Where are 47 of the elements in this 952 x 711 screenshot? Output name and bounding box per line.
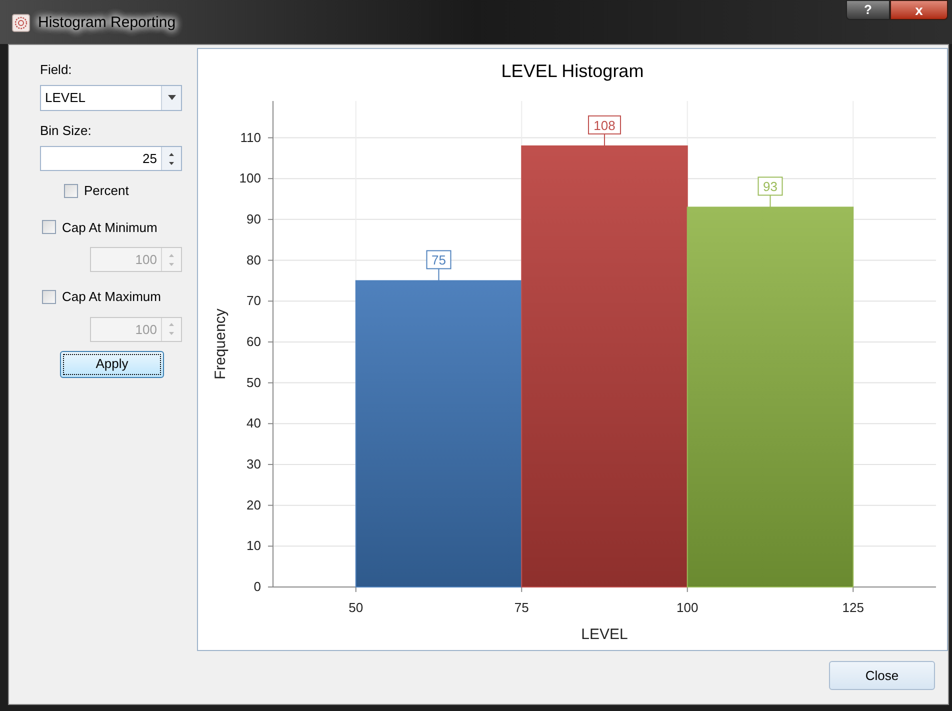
y-tick-label: 10 — [246, 538, 260, 554]
y-tick-label: 80 — [246, 252, 260, 268]
data-label: 108 — [588, 115, 620, 134]
y-tick-label: 0 — [253, 579, 260, 594]
y-axis-title: Frequency — [212, 308, 228, 380]
y-tick-label: 110 — [240, 130, 260, 145]
spinner-value: 100 — [134, 320, 158, 338]
close-window-button[interactable]: x — [890, 0, 948, 20]
y-tick-label: 50 — [246, 374, 260, 390]
y-tick-label: 100 — [238, 170, 260, 186]
x-tick-label: 75 — [514, 600, 528, 615]
y-tick-label: 40 — [246, 416, 260, 431]
y-tick-label: 30 — [246, 456, 260, 472]
leader-line — [438, 268, 439, 282]
help-button[interactable]: ? — [846, 0, 890, 20]
x-tick-label: 100 — [676, 600, 698, 615]
y-tick-label: 90 — [246, 211, 260, 226]
spinner-value: 25 — [142, 150, 158, 168]
x-tick-label: 50 — [348, 600, 363, 615]
checkbox[interactable] — [64, 184, 78, 198]
app-icon — [12, 14, 30, 32]
spinner-value: 100 — [134, 251, 158, 269]
x-axis-title: LEVEL — [580, 626, 628, 643]
field-dropdown[interactable]: LEVEL — [40, 84, 182, 110]
data-label: 93 — [757, 176, 782, 196]
dropdown-value: LEVEL — [44, 88, 86, 106]
close-button[interactable]: Close — [829, 661, 935, 690]
spinner-arrows-icon[interactable] — [161, 147, 181, 170]
chart-title: LEVEL Histogram — [501, 60, 644, 83]
window-title: Histogram Reporting — [38, 13, 176, 33]
bin-size-label: Bin Size: — [40, 122, 92, 140]
data-label: 108 — [593, 118, 615, 133]
y-tick-label: 70 — [246, 293, 260, 308]
checkbox-label: Cap At Minimum — [62, 218, 158, 237]
data-label: 93 — [762, 179, 777, 194]
data-label: 75 — [431, 252, 446, 268]
dropdown-caret-icon[interactable] — [161, 86, 181, 110]
y-tick-label: 20 — [246, 497, 260, 512]
field-label: Field: — [40, 61, 73, 79]
apply-button[interactable]: Apply — [60, 350, 164, 378]
leader-line — [769, 194, 770, 208]
checkbox-label: Percent — [84, 182, 129, 200]
data-label: 75 — [426, 250, 451, 270]
number-spinner[interactable]: 25 — [40, 146, 182, 171]
y-tick-label: 60 — [246, 334, 260, 349]
checkbox-label: Cap At Maximum — [62, 288, 161, 306]
x-tick-label: 125 — [842, 600, 864, 615]
